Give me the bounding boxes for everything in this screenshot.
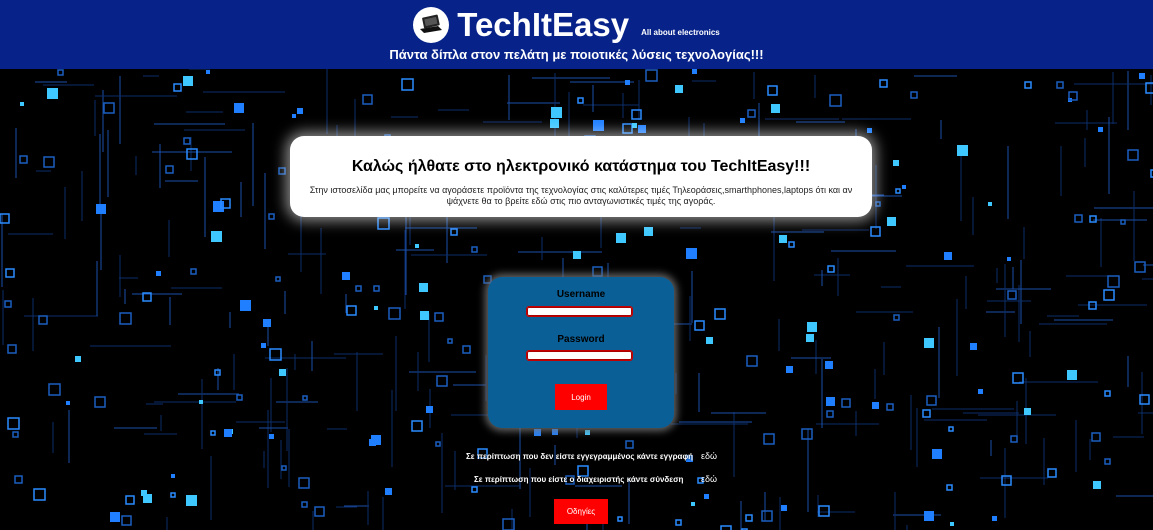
login-button[interactable]: Login <box>555 384 607 410</box>
brand-row: TechItEasy All about electronics <box>0 5 1153 45</box>
username-input[interactable] <box>526 306 633 317</box>
brand-tagline: All about electronics <box>641 27 720 37</box>
welcome-text: Στην ιστοσελίδα μας μπορείτε να αγοράσετ… <box>309 185 853 206</box>
username-label: Username <box>556 289 606 300</box>
admin-link[interactable]: εδώ <box>701 474 717 484</box>
welcome-title: Καλώς ήλθατε στο ηλεκτρονικό κατάστημα τ… <box>351 158 811 175</box>
welcome-card: Καλώς ήλθατε στο ηλεκτρονικό κατάστημα τ… <box>290 136 872 217</box>
site-motto: Πάντα δίπλα στον πελάτη με ποιοτικές λύσ… <box>389 47 764 62</box>
guide-button[interactable]: Οδηγίες <box>554 499 608 524</box>
login-form: Username Password Login <box>488 277 674 428</box>
laptop-icon <box>413 7 450 43</box>
brand-name: TechItEasy <box>457 6 630 43</box>
admin-note: Σε περίπτωση που είστε ο διαχειριστής κά… <box>474 475 684 484</box>
password-input[interactable] <box>526 350 633 361</box>
site-header: TechItEasy All about electronics Πάντα δ… <box>0 0 1153 69</box>
register-link[interactable]: εδώ <box>701 451 717 461</box>
register-note: Σε περίπτωση που δεν είστε εγγεγραμμένος… <box>466 452 694 461</box>
password-label: Password <box>557 334 605 345</box>
